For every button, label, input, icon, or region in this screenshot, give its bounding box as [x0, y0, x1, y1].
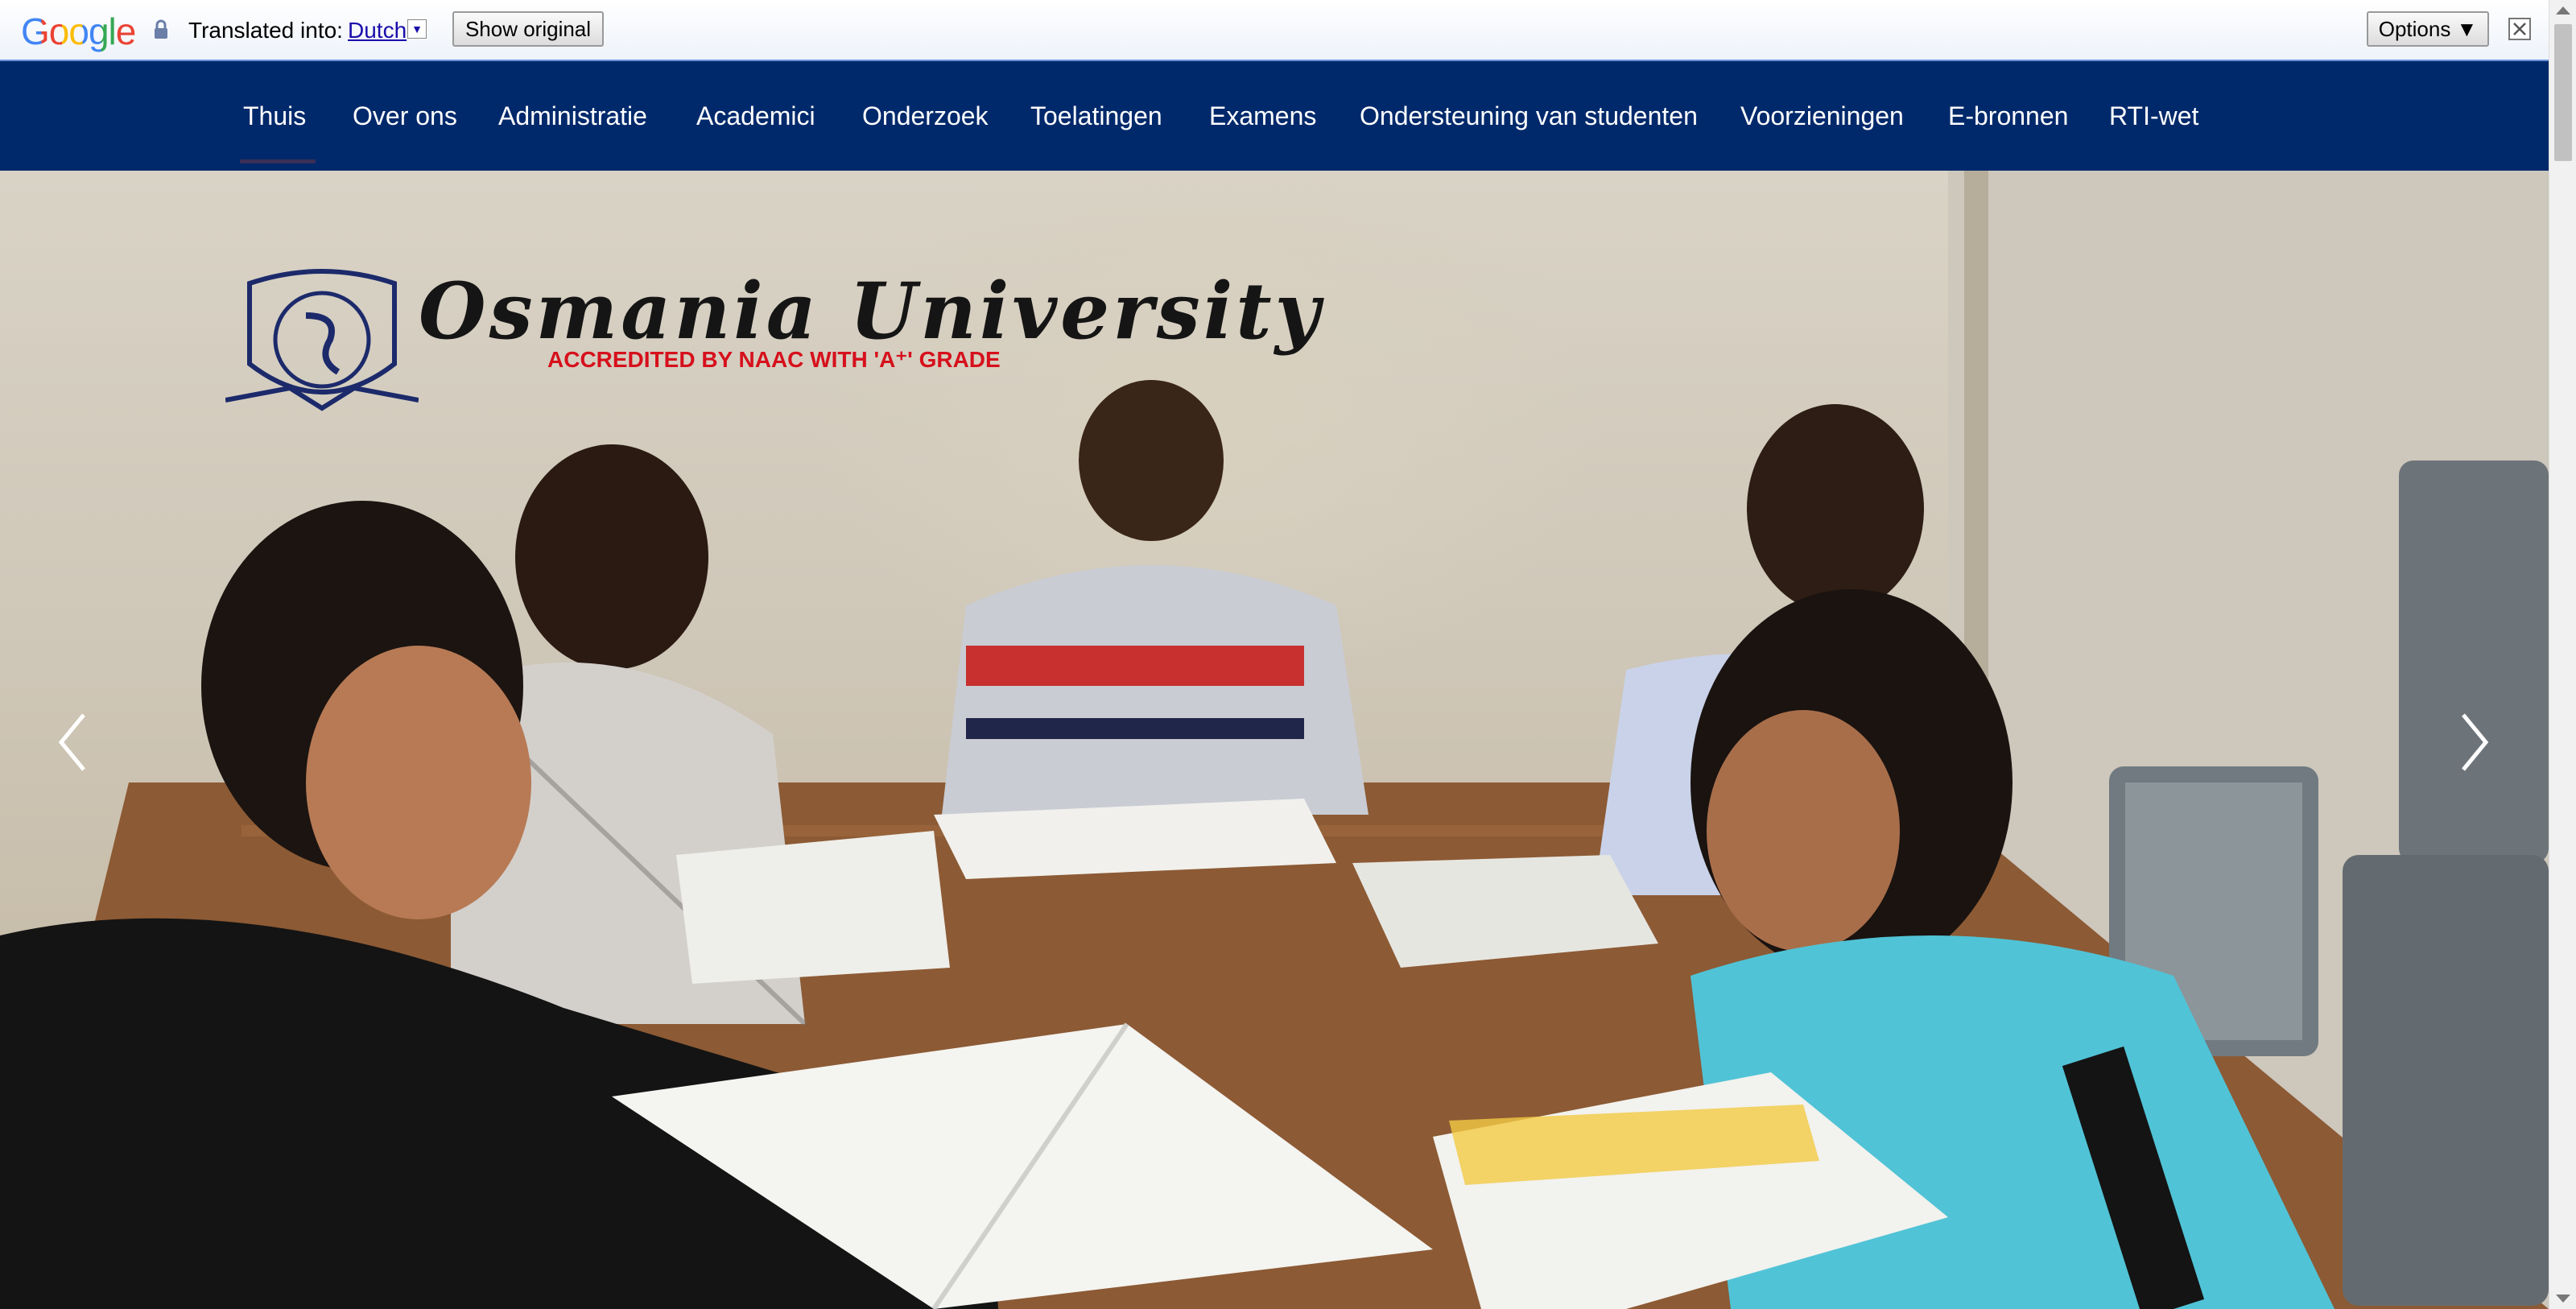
nav-item-rti-wet[interactable]: RTI-wet: [2109, 101, 2198, 131]
nav-item-thuis[interactable]: Thuis: [243, 101, 306, 131]
accreditation-subtitle: ACCREDITED BY NAAC WITH 'A⁺' GRADE: [547, 347, 1001, 372]
options-button[interactable]: Options ▼: [2367, 11, 2489, 47]
scroll-down-icon[interactable]: [2556, 1295, 2570, 1303]
nav-item-toelatingen[interactable]: Toelatingen: [1030, 101, 1162, 131]
university-seal-logo: [225, 269, 419, 411]
translate-bar: Google Translated into: Dutch ▼ Show ori…: [0, 0, 2549, 61]
translated-into-label: Translated into:: [188, 18, 343, 43]
scroll-thumb[interactable]: [2554, 24, 2572, 161]
chevron-right-icon[interactable]: [2458, 710, 2491, 774]
close-icon[interactable]: [2508, 18, 2531, 40]
nav-item-examens[interactable]: Examens: [1209, 101, 1316, 131]
nav-item-over-ons[interactable]: Over ons: [353, 101, 457, 131]
page-scrollbar[interactable]: [2549, 0, 2576, 1309]
language-link[interactable]: Dutch: [348, 18, 407, 43]
lock-icon: [155, 19, 167, 39]
nav-item-ondersteuning[interactable]: Ondersteuning van studenten: [1360, 101, 1698, 131]
main-nav: Thuis Over ons Administratie Academici O…: [0, 61, 2549, 171]
nav-item-academici[interactable]: Academici: [696, 101, 815, 131]
chevron-left-icon[interactable]: [56, 710, 89, 774]
google-logo: Google: [21, 10, 136, 52]
hero-slider: Osmania University ACCREDITED BY NAAC WI…: [0, 171, 2549, 1309]
show-original-button[interactable]: Show original: [452, 11, 604, 47]
nav-item-onderzoek[interactable]: Onderzoek: [862, 101, 989, 131]
active-nav-indicator: [240, 159, 316, 163]
scroll-up-icon[interactable]: [2556, 6, 2570, 14]
language-dropdown-icon[interactable]: ▼: [407, 19, 427, 39]
nav-item-voorzieningen[interactable]: Voorzieningen: [1740, 101, 1904, 131]
nav-item-e-bronnen[interactable]: E-bronnen: [1948, 101, 2068, 131]
university-title: Osmania University: [419, 266, 1323, 357]
nav-item-administratie[interactable]: Administratie: [498, 101, 647, 131]
